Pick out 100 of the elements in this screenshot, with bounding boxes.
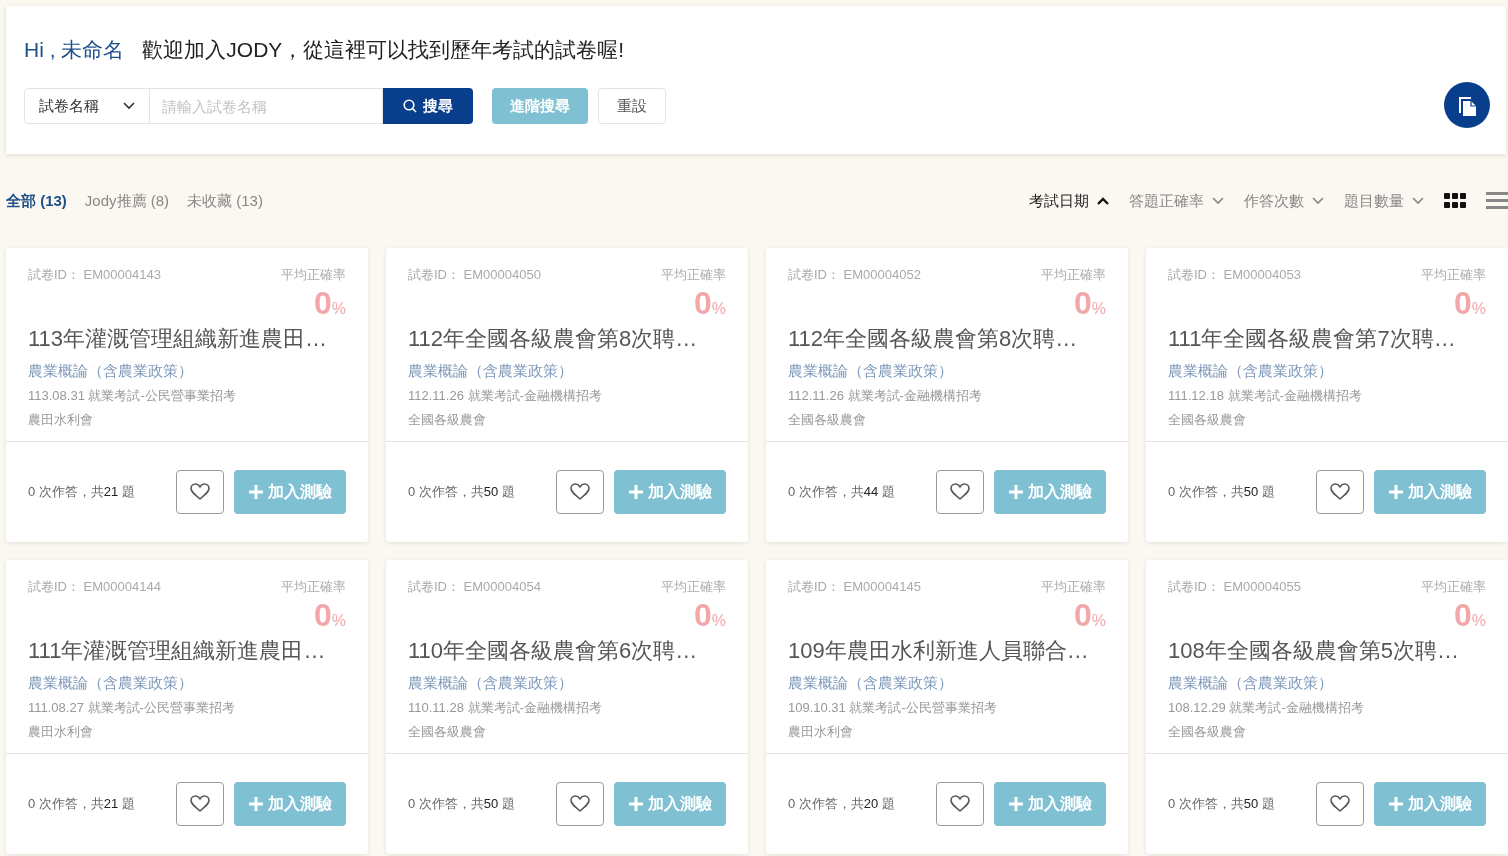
accuracy-value: 0 [1073,285,1092,321]
plus-icon [1008,484,1024,500]
heart-icon [190,795,210,813]
percent-unit: % [331,300,346,317]
exam-info: 112.11.26 就業考試-金融機構招考 [788,387,983,405]
search-field[interactable]: 請輸入試卷名稱 [150,88,383,124]
documents-button[interactable] [1444,82,1490,128]
plus-icon [248,484,264,500]
greeting: Hi , 未命名 [24,37,125,63]
organization: 農田水利會 [28,723,94,741]
paper-title: 109年農田水利新進人員聯合… [788,637,1090,665]
add-to-quiz-button[interactable]: 加入測驗 [994,782,1106,826]
subject: 農業概論（含農業政策） [408,362,574,381]
filter-tab[interactable]: 全部 (13) [6,191,67,211]
accuracy-value: 0 [693,285,712,321]
exam-info: 108.12.29 就業考試-金融機構招考 [1168,699,1365,717]
favorite-button[interactable] [176,470,224,514]
favorite-button[interactable] [936,470,984,514]
paper-title: 112年全國各級農會第8次聘… [788,325,1079,353]
rate-label: 平均正確率 [1421,578,1486,596]
subject: 農業概論（含農業政策） [408,674,574,693]
add-to-quiz-button[interactable]: 加入測驗 [1374,782,1486,826]
subject: 農業概論（含農業政策） [788,362,954,381]
chevron-down-icon [1312,197,1324,205]
paper-title: 108年全國各級農會第5次聘… [1168,637,1460,665]
rate-label: 平均正確率 [281,578,346,596]
add-to-quiz-button[interactable]: 加入測驗 [614,470,726,514]
search-icon [403,99,417,113]
heart-icon [950,795,970,813]
chevron-down-icon [123,102,135,110]
favorite-button[interactable] [1316,782,1364,826]
accuracy-value: 0 [1073,597,1092,633]
paper-id: 試卷ID： EM00004050 [408,266,541,284]
subject: 農業概論（含農業政策） [1168,674,1334,693]
attempt-count: 0 次作答，共50 題 [1168,483,1276,501]
favorite-button[interactable] [556,782,604,826]
paper-id: 試卷ID： EM00004145 [788,578,921,596]
exam-info: 113.08.31 就業考試-公民營事業招考 [28,387,237,405]
sort-option[interactable]: 考試日期 [1029,191,1109,211]
sort-option[interactable]: 題目數量 [1344,191,1424,211]
organization: 農田水利會 [28,411,94,429]
attempt-count: 0 次作答，共20 題 [788,795,896,813]
organization: 全國各級農會 [408,723,487,741]
add-to-quiz-button[interactable]: 加入測驗 [234,470,346,514]
chevron-down-icon [1212,197,1224,205]
filter-tab[interactable]: Jody推薦 (8) [84,191,170,211]
percent-unit: % [1091,300,1106,317]
favorite-button[interactable] [1316,470,1364,514]
favorite-button[interactable] [936,782,984,826]
sort-option[interactable]: 作答次數 [1244,191,1324,211]
heart-icon [570,795,590,813]
welcome-message: 歡迎加入JODY，從這裡可以找到歷年考試的試卷喔! [142,37,625,63]
heart-icon [570,483,590,501]
organization: 全國各級農會 [1168,723,1247,741]
paper-id: 試卷ID： EM00004054 [408,578,541,596]
rate-label: 平均正確率 [661,578,726,596]
exam-info: 111.12.18 就業考試-金融機構招考 [1168,387,1363,405]
heart-icon [1330,483,1350,501]
rate-label: 平均正確率 [1041,266,1106,284]
rate-label: 平均正確率 [661,266,726,284]
rate-label: 平均正確率 [1421,266,1486,284]
accuracy-value: 0 [1453,597,1472,633]
paper-id: 試卷ID： EM00004055 [1168,578,1301,596]
percent-unit: % [1471,612,1486,629]
plus-icon [1388,484,1404,500]
plus-icon [628,484,644,500]
paper-title: 111年灌溉管理組織新進農田… [28,637,327,665]
organization: 農田水利會 [788,723,854,741]
attempt-count: 0 次作答，共21 題 [28,483,136,501]
paper-id: 試卷ID： EM00004053 [1168,266,1301,284]
favorite-button[interactable] [176,782,224,826]
add-to-quiz-button[interactable]: 加入測驗 [1374,470,1486,514]
attempt-count: 0 次作答，共21 題 [28,795,136,813]
grid-view-button[interactable] [1444,193,1466,209]
attempt-count: 0 次作答，共44 題 [788,483,896,501]
paper-title: 113年灌溉管理組織新進農田… [28,325,329,353]
favorite-button[interactable] [556,470,604,514]
list-view-button[interactable] [1486,192,1508,210]
add-to-quiz-button[interactable]: 加入測驗 [994,470,1106,514]
accuracy-value: 0 [313,597,332,633]
attempt-count: 0 次作答，共50 題 [408,483,516,501]
subject: 農業概論（含農業政策） [1168,362,1334,381]
add-to-quiz-button[interactable]: 加入測驗 [614,782,726,826]
filter-tab[interactable]: 未收藏 (13) [187,191,263,211]
paper-id: 試卷ID： EM00004052 [788,266,921,284]
exam-info: 111.08.27 就業考試-公民營事業招考 [28,699,236,717]
heart-icon [950,483,970,501]
add-to-quiz-button[interactable]: 加入測驗 [234,782,346,826]
chevron-up-icon [1097,197,1109,205]
sort-option[interactable]: 答題正確率 [1129,191,1224,211]
reset-button[interactable]: 重設 [598,88,666,124]
paper-title: 110年全國各級農會第6次聘… [408,637,699,665]
search-button[interactable]: 搜尋 [383,88,473,124]
accuracy-value: 0 [693,597,712,633]
exam-info: 110.11.28 就業考試-金融機構招考 [408,699,603,717]
exam-info: 112.11.26 就業考試-金融機構招考 [408,387,603,405]
accuracy-value: 0 [313,285,332,321]
paper-id: 試卷ID： EM00004144 [28,578,161,596]
field-dropdown[interactable]: 試卷名稱 [24,88,150,124]
advanced-search-button[interactable]: 進階搜尋 [492,88,588,124]
